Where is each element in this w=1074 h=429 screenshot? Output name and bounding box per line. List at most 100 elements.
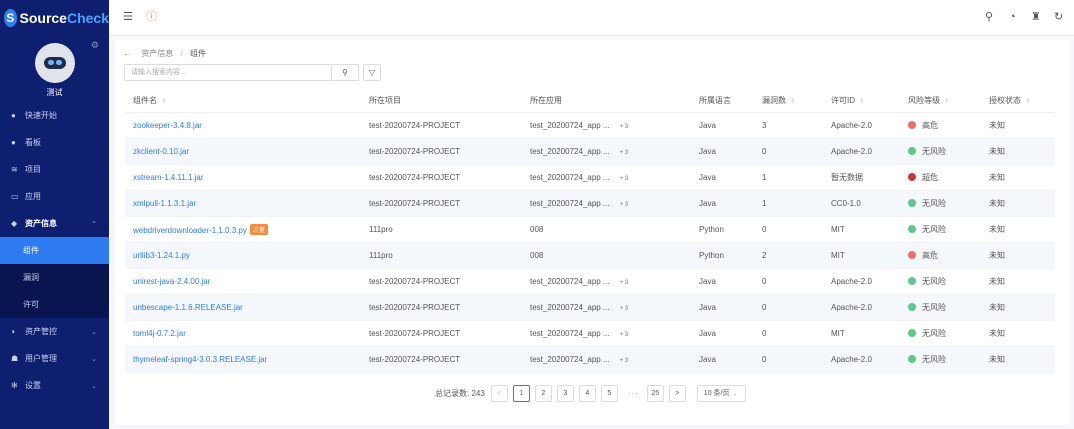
page-button-3[interactable]: 3 — [556, 384, 574, 402]
risk-dot-icon — [908, 224, 916, 233]
table-row[interactable]: unirest-java-2.4.00.jar test-20200724-PRO… — [125, 268, 1055, 295]
page-button-5[interactable]: 5 — [600, 384, 618, 402]
sidebar-item-apps[interactable]: ▭ 应用 — [0, 183, 109, 210]
more-apps-link[interactable]: + 3 — [620, 176, 629, 182]
more-apps-link[interactable]: + 3 — [620, 150, 629, 156]
filter-button[interactable]: ▽ — [363, 64, 381, 81]
page-button-last[interactable]: 25 — [646, 384, 664, 402]
next-page-button[interactable]: > — [668, 384, 686, 402]
component-link[interactable]: unirest-java-2.4.00.jar — [133, 277, 210, 286]
theme-icon[interactable]: ◔ — [1009, 11, 1016, 23]
sidebar-subitem-vulnerabilities[interactable]: 漏洞 — [0, 264, 109, 291]
table-row[interactable]: xstream-1.4.11.1.jar test-20200724-PROJEC… — [125, 164, 1055, 191]
cell-language: Java — [691, 164, 754, 191]
more-apps-link[interactable]: + 3 — [620, 202, 629, 208]
notification-icon[interactable]: ♜ — [1031, 11, 1041, 23]
sort-icon: ⇕ — [1025, 99, 1031, 106]
column-header-vulns[interactable]: 漏洞数 ⇕ — [754, 90, 823, 113]
component-link[interactable]: zkclient-0.10.jar — [133, 147, 189, 156]
column-header-license[interactable]: 许可ID ⇕ — [823, 90, 900, 113]
search-button[interactable]: ⚲ — [332, 64, 359, 81]
table-row[interactable]: toml4j-0.7.2.jar test-20200724-PROJECT tes… — [125, 320, 1055, 347]
cell-auth: 未知 — [981, 242, 1055, 269]
brand-name-part2: Check — [66, 10, 109, 26]
search-input[interactable] — [125, 65, 305, 80]
column-header-risk[interactable]: 风险等级 ⇕ — [900, 90, 981, 113]
sidebar-item-label: 用户管理 — [25, 354, 57, 363]
prev-page-button[interactable]: < — [490, 384, 508, 402]
back-arrow-icon[interactable]: ← — [123, 49, 131, 58]
cell-risk: 无风险 — [900, 320, 981, 347]
column-header-component[interactable]: 组件名 ⇕ — [125, 90, 361, 113]
more-apps-link[interactable]: + 3 — [620, 358, 629, 364]
column-header-app: 所在应用 — [522, 90, 691, 113]
page-size-select[interactable]: 10 条/页 ⌄ — [696, 384, 746, 402]
sidebar-item-label: 应用 — [25, 192, 41, 201]
sidebar-item-settings[interactable]: ✻ 设置 ⌄ — [0, 372, 109, 399]
breadcrumb-root[interactable]: 资产信息 — [141, 49, 173, 58]
app-name: test_20200724_app ... — [530, 354, 610, 364]
logout-icon[interactable]: ↻ — [1054, 11, 1063, 23]
cell-risk: 高危 — [900, 242, 981, 269]
search-icon[interactable]: ⚲ — [985, 11, 993, 23]
breadcrumb-current: 组件 — [189, 49, 206, 58]
component-link[interactable]: webdriverdownloader-1.1.0.3.py — [133, 226, 247, 235]
more-apps-link[interactable]: + 3 — [620, 306, 629, 312]
gear-icon: ✻ — [11, 381, 18, 390]
menu-toggle-icon[interactable]: ☰ — [123, 11, 133, 23]
rocket-icon: ● — [11, 111, 16, 120]
cell-auth: 未知 — [981, 216, 1055, 243]
table-row[interactable]: xmlpull-1.1.3.1.jar test-20200724-PROJECT… — [125, 190, 1055, 217]
sidebar-item-quickstart[interactable]: ● 快速开始 — [0, 102, 109, 129]
sidebar-item-user-management[interactable]: ☗ 用户管理 ⌄ — [0, 345, 109, 372]
sidebar-subitem-licenses[interactable]: 许可 — [0, 291, 109, 318]
component-link[interactable]: xstream-1.4.11.1.jar — [133, 173, 204, 182]
component-link[interactable]: urllib3-1.24.1.py — [133, 251, 190, 260]
cell-app: test_20200724_app ... + 3 — [522, 294, 691, 321]
sidebar-item-label: 快速开始 — [25, 111, 57, 120]
more-apps-link[interactable]: + 3 — [620, 124, 629, 130]
page-ellipsis[interactable]: ··· — [628, 389, 639, 398]
cell-auth: 未知 — [981, 294, 1055, 321]
sidebar-subitem-components[interactable]: 组件 — [0, 237, 109, 264]
component-link[interactable]: zookeeper-3.4.8.jar — [133, 121, 202, 130]
cell-risk: 无风险 — [900, 294, 981, 321]
more-apps-link[interactable]: + 3 — [620, 332, 629, 338]
page-button-2[interactable]: 2 — [534, 384, 552, 402]
sort-icon: ⇕ — [944, 99, 950, 106]
sidebar-item-dashboard[interactable]: ● 看板 — [0, 129, 109, 156]
sidebar-item-assets[interactable]: ◆ 资产信息 ⌃ — [0, 210, 109, 237]
table-row[interactable]: unbescape-1.1.6.RELEASE.jar test-20200724… — [125, 294, 1055, 321]
risk-label: 无风险 — [922, 328, 946, 338]
app-name: 008 — [530, 250, 544, 260]
risk-label: 无风险 — [922, 224, 946, 234]
more-apps-link[interactable]: + 3 — [620, 280, 629, 286]
cell-app: test_20200724_app ... + 3 — [522, 268, 691, 295]
component-link[interactable]: xmlpull-1.1.3.1.jar — [133, 199, 196, 208]
cell-vulns: 0 — [754, 138, 823, 165]
brand-logo[interactable]: S Source Check — [0, 0, 109, 36]
column-header-auth[interactable]: 授权状态 ⇕ — [981, 90, 1055, 113]
risk-dot-icon — [908, 198, 916, 207]
cell-risk: 高危 — [900, 112, 981, 139]
table-row[interactable]: urllib3-1.24.1.py 111pro 008 Python 2 MIT 高危 未知 — [125, 242, 1055, 269]
breadcrumb-separator: / — [180, 49, 183, 58]
table-row[interactable]: thymeleaf-spring4-3.0.3.RELEASE.jar test-… — [125, 346, 1055, 373]
page-button-1[interactable]: 1 — [512, 384, 530, 402]
gear-icon[interactable]: ⚙ — [91, 40, 99, 51]
risk-label: 无风险 — [922, 146, 946, 156]
page-button-4[interactable]: 4 — [578, 384, 596, 402]
component-link[interactable]: toml4j-0.7.2.jar — [133, 329, 186, 338]
table-row[interactable]: webdriverdownloader-1.1.0.3.py 古董 111pro 00… — [125, 216, 1055, 243]
table-row[interactable]: zookeeper-3.4.8.jar test-20200724-PROJECT… — [125, 112, 1055, 139]
component-link[interactable]: thymeleaf-spring4-3.0.3.RELEASE.jar — [133, 355, 267, 364]
sidebar: S Source Check ⚙ 测试 ● 快速开始 ● 看板 ≋ 项目 ▭ 应用… — [0, 0, 109, 429]
info-icon[interactable]: ⓘ — [146, 11, 157, 23]
sidebar-item-label: 资产信息 — [25, 219, 57, 228]
cell-vulns: 1 — [754, 164, 823, 191]
avatar[interactable] — [34, 43, 75, 83]
sidebar-item-projects[interactable]: ≋ 项目 — [0, 156, 109, 183]
component-link[interactable]: unbescape-1.1.6.RELEASE.jar — [133, 303, 243, 312]
table-row[interactable]: zkclient-0.10.jar test-20200724-PROJECT te… — [125, 138, 1055, 165]
sidebar-item-asset-control[interactable]: ◗ 资产管控 ⌄ — [0, 318, 109, 345]
